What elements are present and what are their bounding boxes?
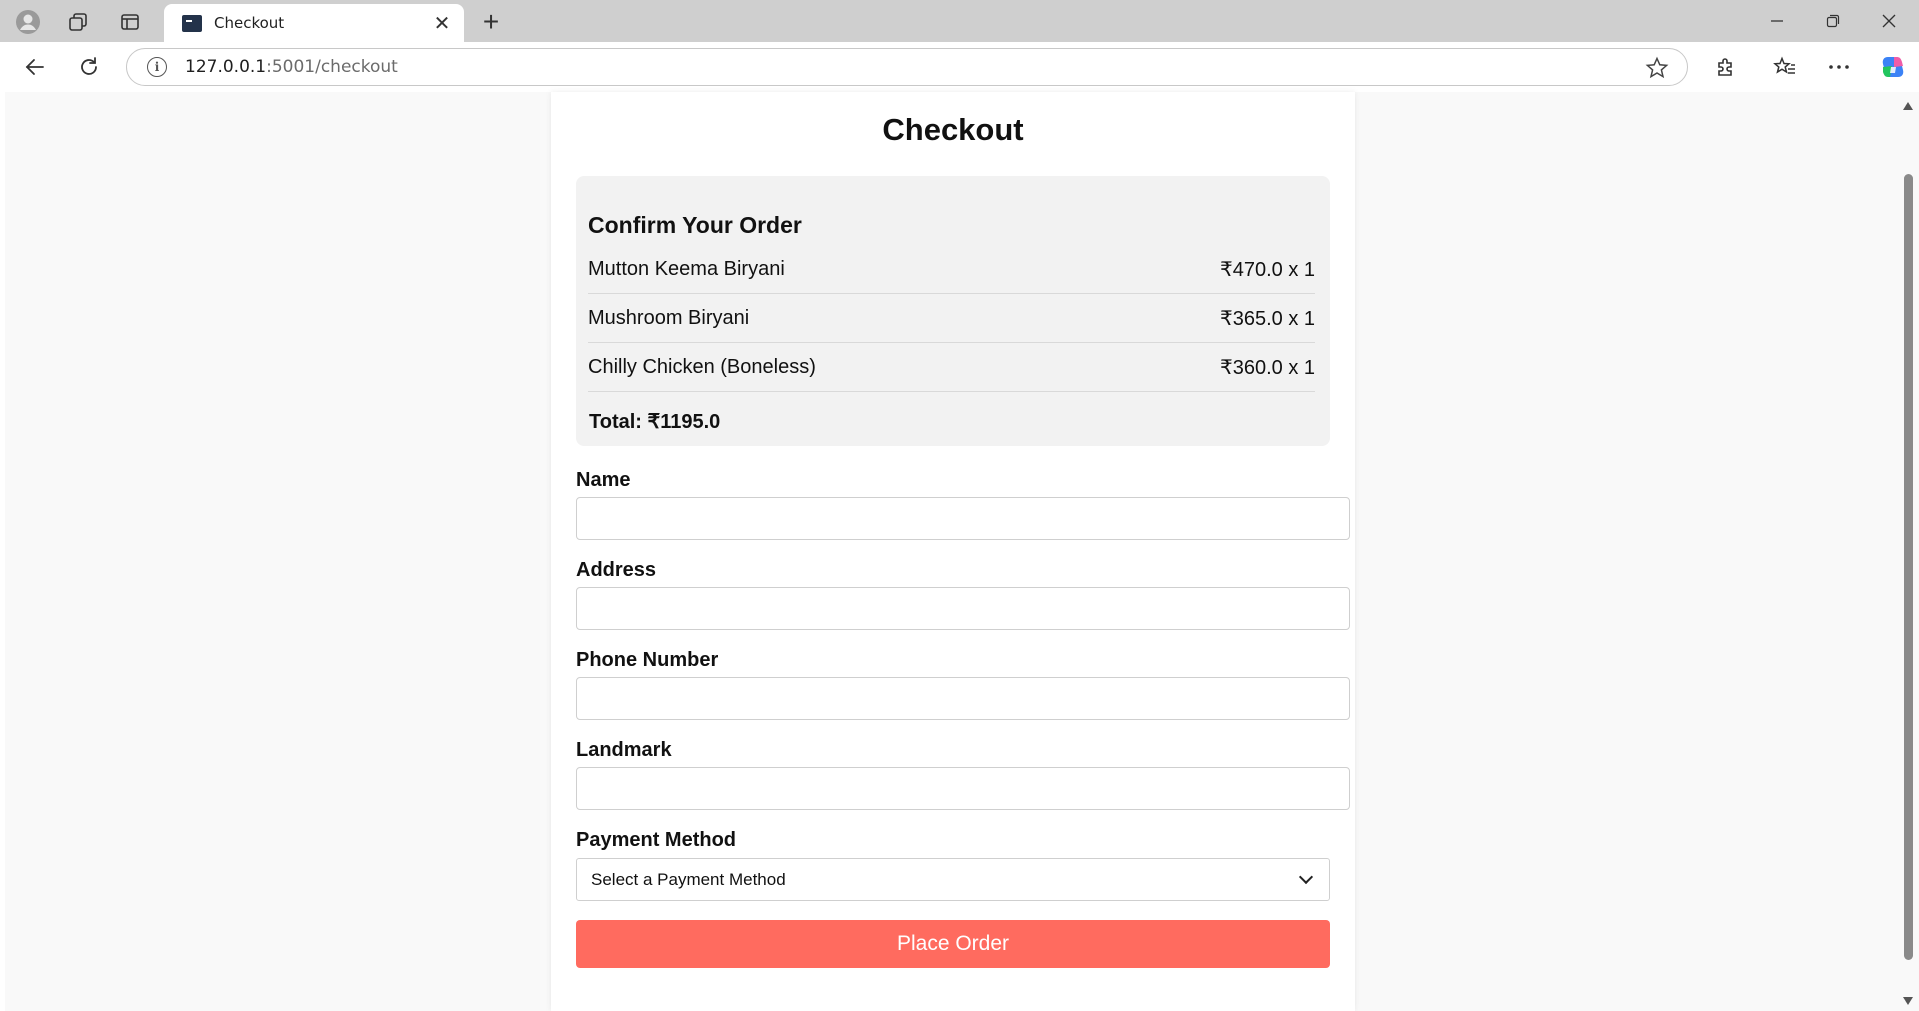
page-title: Checkout bbox=[882, 112, 1024, 147]
address-label: Address bbox=[576, 559, 657, 581]
name-field[interactable] bbox=[576, 497, 1350, 540]
favorites-icon[interactable] bbox=[1768, 50, 1802, 84]
close-window-icon[interactable] bbox=[1874, 8, 1904, 34]
url-path: :5001/checkout bbox=[266, 57, 398, 77]
landmark-field[interactable] bbox=[576, 767, 1350, 810]
page-viewport: Checkout Confirm Your Order Mutton Keema… bbox=[5, 92, 1897, 1011]
order-total: Total: ₹1195.0 bbox=[589, 411, 721, 433]
scroll-up-arrow-icon[interactable] bbox=[1903, 102, 1913, 110]
vertical-scrollbar[interactable] bbox=[1897, 92, 1919, 1011]
order-summary: Confirm Your Order Mutton Keema Biryani … bbox=[576, 176, 1330, 446]
browser-tabstrip: Checkout ✕ + bbox=[0, 0, 1919, 42]
copilot-icon[interactable] bbox=[1876, 50, 1910, 84]
address-field[interactable] bbox=[576, 587, 1350, 630]
chevron-down-icon bbox=[1298, 869, 1314, 884]
phone-field[interactable] bbox=[576, 677, 1350, 720]
tab-actions-icon[interactable] bbox=[116, 9, 144, 35]
order-item-name: Mushroom Biryani bbox=[588, 306, 750, 329]
terminal-favicon-icon bbox=[182, 14, 202, 32]
close-tab-icon[interactable]: ✕ bbox=[430, 11, 454, 36]
payment-method-label: Payment Method bbox=[576, 829, 737, 851]
extensions-icon[interactable] bbox=[1708, 50, 1742, 84]
workspaces-icon[interactable] bbox=[64, 9, 92, 35]
payment-method-select[interactable]: Select a Payment Method bbox=[576, 858, 1330, 901]
order-item-name: Chilly Chicken (Boneless) bbox=[588, 355, 816, 378]
url-text[interactable]: 127.0.0.1:5001/checkout bbox=[185, 57, 398, 77]
scrollbar-thumb[interactable] bbox=[1904, 174, 1913, 960]
phone-label: Phone Number bbox=[576, 649, 719, 671]
back-icon[interactable] bbox=[18, 50, 52, 84]
new-tab-icon[interactable]: + bbox=[476, 6, 506, 38]
reload-icon[interactable] bbox=[72, 50, 106, 84]
more-options-icon[interactable] bbox=[1822, 50, 1856, 84]
favorite-star-icon[interactable] bbox=[1645, 56, 1669, 80]
tab-title: Checkout bbox=[214, 14, 285, 32]
profile-icon[interactable] bbox=[14, 9, 42, 35]
site-info-icon[interactable]: i bbox=[147, 57, 167, 77]
address-bar[interactable]: i 127.0.0.1:5001/checkout bbox=[126, 48, 1688, 86]
checkout-card: Checkout Confirm Your Order Mutton Keema… bbox=[551, 92, 1355, 1011]
order-item-price: ₹470.0 x 1 bbox=[1219, 258, 1315, 281]
order-item: Mushroom Biryani ₹365.0 x 1 bbox=[588, 294, 1315, 343]
minimize-icon[interactable] bbox=[1762, 8, 1792, 34]
place-order-button[interactable]: Place Order bbox=[576, 920, 1330, 968]
scroll-down-arrow-icon[interactable] bbox=[1903, 997, 1913, 1005]
order-item: Chilly Chicken (Boneless) ₹360.0 x 1 bbox=[588, 343, 1315, 392]
payment-method-value: Select a Payment Method bbox=[591, 869, 786, 889]
restore-icon[interactable] bbox=[1818, 8, 1848, 34]
browser-toolbar: i 127.0.0.1:5001/checkout bbox=[0, 42, 1919, 92]
order-item-price: ₹360.0 x 1 bbox=[1219, 356, 1315, 379]
order-item-name: Mutton Keema Biryani bbox=[588, 257, 785, 280]
url-host: 127.0.0.1 bbox=[185, 57, 267, 77]
name-label: Name bbox=[576, 469, 631, 491]
order-item-price: ₹365.0 x 1 bbox=[1219, 307, 1315, 330]
summary-heading: Confirm Your Order bbox=[588, 212, 802, 238]
order-item: Mutton Keema Biryani ₹470.0 x 1 bbox=[588, 245, 1315, 294]
browser-tab-active[interactable]: Checkout ✕ bbox=[164, 4, 464, 42]
landmark-label: Landmark bbox=[576, 739, 672, 761]
